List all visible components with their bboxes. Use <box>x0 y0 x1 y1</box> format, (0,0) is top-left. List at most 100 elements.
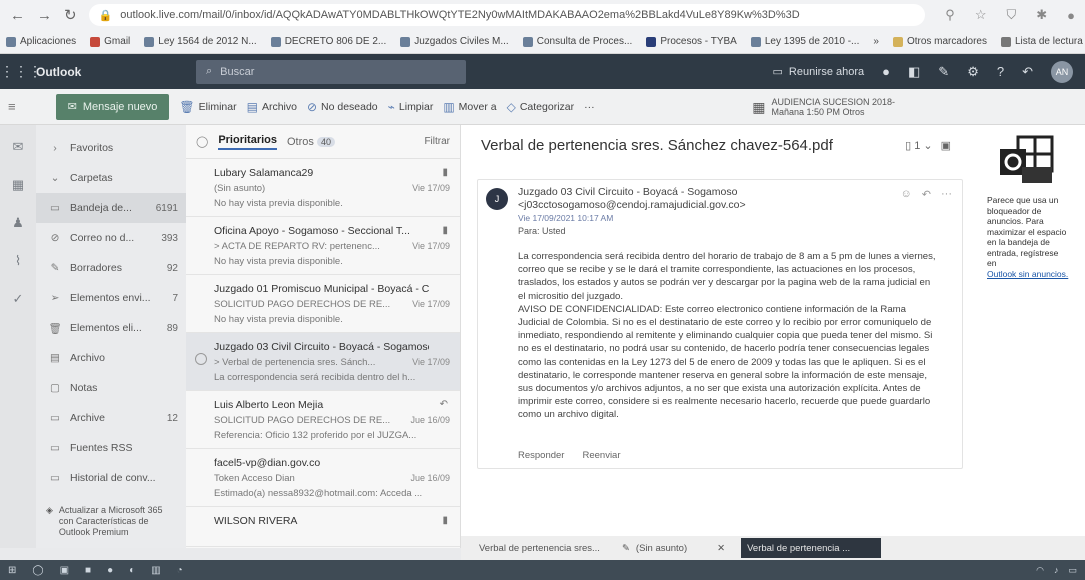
teams-icon[interactable]: ◧ <box>908 64 920 80</box>
inbox-icon: ▭ <box>50 202 60 214</box>
wifi-icon[interactable]: ◠ <box>1036 565 1044 576</box>
folder-archive-2[interactable]: ▭ Archive 12 <box>36 403 186 433</box>
bookmark-apps[interactable]: Aplicaciones <box>6 36 76 47</box>
hamburger-icon[interactable]: ≡ <box>8 99 16 114</box>
back-icon[interactable]: ← <box>10 7 25 24</box>
folder-notes[interactable]: ▢ Notas <box>36 373 186 403</box>
people-icon[interactable]: ♟ <box>12 215 24 231</box>
app-icon[interactable]: ▥ <box>151 565 160 576</box>
junk-button[interactable]: ⊘ No deseado <box>307 100 378 114</box>
battery-icon[interactable]: ▭ <box>1068 565 1077 576</box>
ad-free-link[interactable]: Outlook sin anuncios. <box>987 269 1069 280</box>
list-item[interactable]: facel5-vp@dian.gov.co Token Acceso Dian … <box>186 449 460 507</box>
emoji-icon[interactable]: ☺ <box>901 188 912 201</box>
reply-icon[interactable]: ↶ <box>922 188 931 201</box>
bookmark-ley-1564[interactable]: Ley 1564 de 2012 N... <box>144 36 257 47</box>
address-bar[interactable]: 🔒 outlook.live.com/mail/0/inbox/id/AQQkA… <box>88 4 926 26</box>
select-radio[interactable] <box>195 353 207 365</box>
profile-icon[interactable]: ● <box>1067 8 1075 23</box>
taskview-icon[interactable]: ▣ <box>60 565 69 576</box>
extension-icon[interactable]: ⛉ <box>1006 7 1016 23</box>
folder-deleted[interactable]: 🗑 Elementos eli... 89 <box>36 313 186 343</box>
filter-button[interactable]: Filtrar <box>424 136 450 147</box>
bookmark-juzgados[interactable]: Juzgados Civiles M... <box>400 36 509 47</box>
app-icon[interactable]: ● <box>107 565 113 576</box>
sweep-button[interactable]: ⌁ Limpiar <box>388 100 434 114</box>
archive-button[interactable]: ▤ Archivo <box>247 100 297 114</box>
folder-sent[interactable]: ➢ Elementos envi... 7 <box>36 283 186 313</box>
forward-button[interactable]: Reenviar <box>582 450 620 461</box>
tab-focused[interactable]: Prioritarios <box>218 134 277 150</box>
bookmark-reading-list[interactable]: Lista de lectura <box>1000 36 1083 47</box>
upgrade-banner[interactable]: ◈ Actualizar a Microsoft 365 con Caracte… <box>36 493 186 550</box>
bookmark-other[interactable]: Otros marcadores <box>892 36 987 47</box>
folder-junk[interactable]: ⊘ Correo no d... 393 <box>36 223 186 253</box>
app-launcher-icon[interactable]: ⋮⋮⋮ <box>0 63 42 80</box>
categorize-button[interactable]: ◇ Categorizar <box>507 100 575 114</box>
bookmark-gmail[interactable]: Gmail <box>90 36 130 47</box>
app-icon[interactable]: ■ <box>85 565 91 576</box>
folder-inbox[interactable]: ▭ Bandeja de... 6191 <box>36 193 186 223</box>
skype-icon[interactable]: ● <box>882 64 890 79</box>
draft-tab[interactable]: Verbal de pertenencia sres... <box>473 538 606 558</box>
bookmark-consulta-procesos[interactable]: Consulta de Proces... <box>522 36 632 47</box>
star-icon[interactable]: ☆ <box>975 7 987 23</box>
todo-icon[interactable]: ✓ <box>13 291 24 307</box>
tips-icon[interactable]: ✎ <box>938 64 949 80</box>
ad-pane: Parece que usa un bloqueador de anuncios… <box>971 125 1085 548</box>
sender-name[interactable]: Juzgado 03 Civil Circuito - Boyacá - Sog… <box>518 186 898 199</box>
reload-icon[interactable]: ↻ <box>64 6 77 24</box>
app-icon[interactable]: ◐ <box>129 565 135 576</box>
meet-now-button[interactable]: ▭ Reunirse ahora <box>772 65 865 79</box>
outlook-logo-icon <box>992 133 1064 187</box>
search-taskbar-icon[interactable]: ◯ <box>32 565 43 576</box>
sender-avatar[interactable]: J <box>486 188 508 210</box>
bookmark-decreto-806[interactable]: DECRETO 806 DE 2... <box>270 36 386 47</box>
search-input[interactable]: ⌕ Buscar <box>196 59 466 84</box>
start-icon[interactable]: ⊞ <box>8 565 16 576</box>
bookmark-ley-1395[interactable]: Ley 1395 de 2010 -... <box>750 36 859 47</box>
folder-archive[interactable]: ▤ Archivo <box>36 343 186 373</box>
message-actions: ☺ ↶ ··· <box>901 188 952 201</box>
sender-email[interactable]: <j03cctosogamoso@cendoj.ramajudicial.gov… <box>518 199 898 212</box>
list-item[interactable]: Lubary Salamanca29 (Sin asunto) No hay v… <box>186 159 460 217</box>
video-icon: ▭ <box>772 66 783 78</box>
more-options-icon[interactable]: ··· <box>941 188 952 201</box>
thread-count[interactable]: ▯ 1 ⌄ <box>905 139 933 152</box>
notification-icon[interactable]: ↶ <box>1022 64 1033 80</box>
avatar[interactable]: AN <box>1051 60 1073 83</box>
more-button[interactable]: ··· <box>584 101 595 113</box>
folder-conversation-history[interactable]: ▭ Historial de conv... <box>36 463 186 493</box>
forward-icon[interactable]: → <box>37 7 52 24</box>
folder-favorites[interactable]: › Favoritos <box>36 133 186 163</box>
expand-icon[interactable]: ▣ <box>941 139 951 152</box>
bookmarks-overflow[interactable]: » <box>873 36 879 47</box>
list-item[interactable]: WILSON RIVERA ▮ <box>186 507 460 547</box>
bookmark-tyba[interactable]: Procesos - TYBA <box>646 36 737 47</box>
select-all-icon[interactable]: ◯ <box>196 135 208 148</box>
folder-drafts[interactable]: ✎ Borradores 92 <box>36 253 186 283</box>
folder-folders[interactable]: ⌄ Carpetas <box>36 163 186 193</box>
event-reminder[interactable]: ▦ AUDIENCIA SUCESION 2018- Mañana 1:50 PM… <box>752 97 895 117</box>
reply-button[interactable]: Responder <box>518 450 564 461</box>
puzzle-icon[interactable]: ✱ <box>1036 7 1047 23</box>
list-item[interactable]: Juzgado 01 Promiscuo Municipal - Boyacá … <box>186 275 460 333</box>
draft-tab-active[interactable]: Verbal de pertenencia ... <box>741 538 882 558</box>
draft-tab[interactable]: ✎ (Sin asunto) ✕ <box>616 538 731 558</box>
calendar-rail-icon[interactable]: ▦ <box>12 177 24 193</box>
list-item-selected[interactable]: Juzgado 03 Civil Circuito - Boyacá - Sog… <box>186 333 460 391</box>
tab-other[interactable]: Otros 40 <box>287 136 335 148</box>
settings-icon[interactable]: ⚙ <box>967 64 979 80</box>
app-icon[interactable]: ◔ <box>177 565 183 576</box>
list-item[interactable]: Oficina Apoyo - Sogamoso - Seccional T..… <box>186 217 460 275</box>
move-to-button[interactable]: ▥ Mover a <box>443 100 496 114</box>
attach-icon[interactable]: ⌇ <box>15 253 21 269</box>
help-icon[interactable]: ? <box>997 64 1004 79</box>
volume-icon[interactable]: ♪ <box>1054 565 1059 576</box>
new-mail-button[interactable]: ✉ Mensaje nuevo <box>55 93 170 120</box>
key-icon[interactable]: ⚲ <box>945 7 955 23</box>
delete-button[interactable]: 🗑 Eliminar <box>179 100 236 114</box>
mail-icon[interactable]: ✉ <box>13 139 24 155</box>
list-item[interactable]: Luis Alberto Leon Mejia SOLICITUD PAGO D… <box>186 391 460 449</box>
folder-rss[interactable]: ▭ Fuentes RSS <box>36 433 186 463</box>
